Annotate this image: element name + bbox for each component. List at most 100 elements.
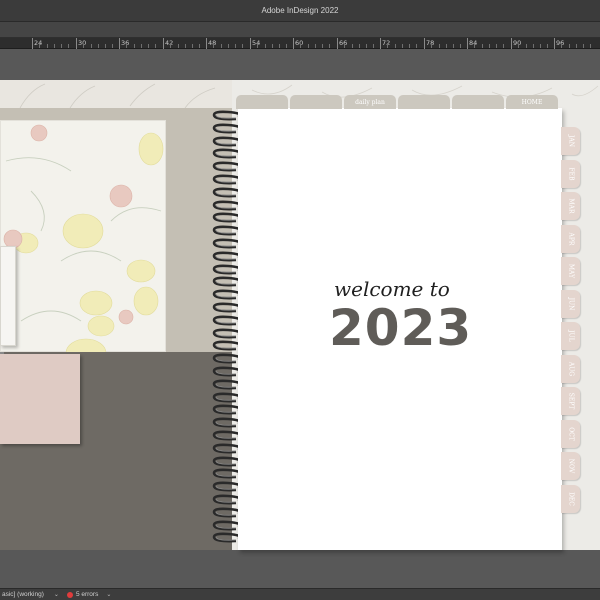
top-tab[interactable]	[236, 95, 288, 109]
ruler-minor-tick	[155, 44, 156, 48]
ruler-major-tick	[424, 38, 425, 49]
month-tab-label: AUG	[567, 361, 574, 376]
ruler-minor-tick	[54, 44, 55, 48]
ruler-minor-tick	[446, 44, 447, 48]
top-tab[interactable]: HOME	[506, 95, 558, 109]
error-dot-icon	[66, 591, 73, 598]
ruler-minor-tick	[126, 44, 127, 48]
ruler-major-tick	[467, 38, 468, 49]
ruler-minor-tick	[213, 44, 214, 48]
ruler-major-tick	[511, 38, 512, 49]
ruler-minor-tick	[192, 44, 193, 48]
ruler-minor-tick	[308, 44, 309, 48]
journal-card[interactable]	[0, 246, 16, 346]
month-tab-label: JAN	[567, 135, 574, 147]
ruler-minor-tick	[272, 44, 273, 48]
ruler-minor-tick	[402, 44, 403, 48]
horizontal-ruler[interactable]: 24 30 36 42 48 54 60 66 72 78 84 90 96	[0, 38, 600, 49]
top-tab[interactable]	[290, 95, 342, 109]
ruler-minor-tick	[61, 44, 62, 48]
error-count: 5 errors	[75, 591, 99, 598]
month-tab-label: SEPT	[567, 392, 574, 410]
top-tab[interactable]: daily plan	[344, 95, 396, 109]
ruler-minor-tick	[526, 44, 527, 48]
ruler-minor-tick	[279, 44, 280, 48]
ruler-major-tick	[293, 38, 294, 49]
month-tab-apr[interactable]: APR	[561, 224, 580, 253]
tag-shape	[0, 354, 80, 444]
ruler-minor-tick	[482, 44, 483, 48]
ruler-minor-tick	[228, 44, 229, 48]
ruler-minor-tick	[235, 44, 236, 48]
ruler-minor-tick	[569, 44, 570, 48]
top-tab[interactable]	[398, 95, 450, 109]
indesign-window: Adobe InDesign 2022 24 30 36 42 48 54 60 66 72 78…	[0, 0, 600, 600]
ruler-minor-tick	[540, 44, 541, 48]
ruler-major-tick	[76, 38, 77, 49]
top-tab[interactable]	[452, 95, 504, 109]
welcome-text: welcome to	[334, 277, 450, 301]
ruler-minor-tick	[134, 44, 135, 48]
ruler-minor-tick	[178, 44, 179, 48]
ruler-minor-tick	[199, 44, 200, 48]
month-tab-aug[interactable]: AUG	[561, 354, 580, 383]
month-tab-label: MAR	[567, 198, 574, 214]
ruler-minor-tick	[83, 44, 84, 48]
ruler-minor-tick	[409, 44, 410, 48]
ruler-minor-tick	[489, 44, 490, 48]
month-tab-may[interactable]: MAY	[561, 257, 580, 285]
ruler-minor-tick	[112, 44, 113, 48]
ruler-minor-tick	[359, 44, 360, 48]
month-tab-nov[interactable]: NOV	[561, 452, 580, 480]
ruler-major-tick	[119, 38, 120, 49]
ruler-minor-tick	[300, 44, 301, 48]
ruler-minor-tick	[373, 44, 374, 48]
ruler-major-tick	[337, 38, 338, 49]
ruler-minor-tick	[395, 44, 396, 48]
month-tab-mar[interactable]: MAR	[561, 192, 580, 220]
month-tab-label: NOV	[567, 458, 574, 474]
ruler-minor-tick	[265, 44, 266, 48]
ruler-minor-tick	[39, 44, 40, 48]
preflight-profile[interactable]: asic] (working)	[0, 591, 46, 598]
ruler-minor-tick	[431, 44, 432, 48]
chevron-down-icon[interactable]: ⌄	[54, 591, 59, 598]
month-tab-label: DEC	[567, 491, 574, 506]
month-tab-jun[interactable]: JUN	[561, 289, 580, 318]
chevron-down-icon[interactable]: ⌄	[106, 591, 111, 598]
ruler-major-tick	[250, 38, 251, 49]
month-tab-feb[interactable]: FEB	[561, 159, 580, 188]
month-tab-jul[interactable]: JUL	[561, 322, 580, 350]
botanical-pattern-icon	[19, 83, 216, 109]
title-bar: Adobe InDesign 2022	[0, 0, 600, 22]
ruler-minor-tick	[439, 44, 440, 48]
month-tab-oct[interactable]: OCT	[561, 419, 580, 448]
pink-tag-card[interactable]	[0, 354, 80, 444]
ruler-minor-tick	[583, 44, 584, 48]
ruler-minor-tick	[344, 44, 345, 48]
preflight-errors[interactable]: 5 errors	[66, 591, 99, 598]
ruler-minor-tick	[286, 44, 287, 48]
ruler-minor-tick	[460, 44, 461, 48]
ruler-major-tick	[163, 38, 164, 49]
ruler-minor-tick	[257, 44, 258, 48]
window-title: Adobe InDesign 2022	[261, 6, 339, 15]
ruler-minor-tick	[170, 44, 171, 48]
ruler-minor-tick	[366, 44, 367, 48]
month-tab-label: MAY	[567, 263, 574, 279]
ruler-minor-tick	[518, 44, 519, 48]
ruler-minor-tick	[91, 44, 92, 48]
ruler-minor-tick	[148, 44, 149, 48]
ruler-minor-tick	[547, 44, 548, 48]
month-tab-jan[interactable]: JAN	[561, 127, 580, 155]
ruler-minor-tick	[105, 44, 106, 48]
ruler-major-tick	[206, 38, 207, 49]
month-tab-sept[interactable]: SEPT	[561, 387, 580, 415]
ruler-minor-tick	[387, 44, 388, 48]
lemon-paper-insert[interactable]	[0, 120, 166, 368]
status-bar: asic] (working) ⌄ 5 errors ⌄	[0, 588, 600, 600]
ruler-minor-tick	[590, 44, 591, 48]
ruler-major-tick	[380, 38, 381, 49]
ruler-minor-tick	[352, 44, 353, 48]
month-tab-dec[interactable]: DEC	[561, 484, 580, 513]
